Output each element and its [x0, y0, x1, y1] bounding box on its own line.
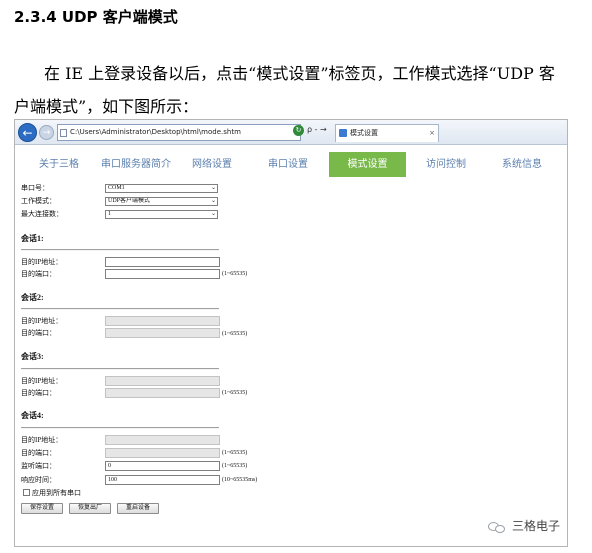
response-time-value: 100 — [108, 477, 117, 483]
mode-settings-form: 串口号： COM1 ⌄ 工作模式： UDP客户端模式 ⌄ 最大连接数： 1 ⌄ 会话1… — [15, 120, 567, 546]
paragraph-line-2: 户端模式”，如下图所示： — [14, 97, 199, 116]
work-mode-label: 工作模式： — [21, 197, 56, 205]
session-1-port-hint: (1~65535) — [222, 271, 248, 277]
session-2-ip-label: 目的IP地址： — [21, 317, 63, 325]
session-1-ip-label: 目的IP地址： — [21, 258, 63, 266]
session-4-port-hint: (1~65535) — [222, 450, 248, 456]
apply-all-label: 应用到所有串口 — [32, 489, 81, 497]
session-1-port-input[interactable] — [105, 269, 220, 279]
apply-all-checkbox[interactable] — [23, 489, 30, 496]
session-3-title: 会话3: — [21, 352, 44, 361]
watermark: 三格电子 — [488, 517, 560, 534]
serial-port-select[interactable]: COM1 ⌄ — [105, 184, 218, 193]
session-3-ip-input[interactable] — [105, 376, 220, 386]
session-1-port-label: 目的端口： — [21, 270, 56, 278]
divider — [21, 249, 219, 251]
session-2-port-hint: (1~65535) — [222, 331, 248, 337]
work-mode-select[interactable]: UDP客户端模式 ⌄ — [105, 197, 218, 206]
max-conn-label: 最大连接数： — [21, 210, 63, 218]
session-2-port-label: 目的端口： — [21, 329, 56, 337]
session-2-port-input[interactable] — [105, 328, 220, 338]
factory-reset-button[interactable]: 恢复出厂 — [69, 503, 111, 514]
response-time-input[interactable]: 100 — [105, 475, 220, 485]
browser-screenshot: ← → C:\Users\Administrator\Desktop\html\… — [14, 119, 568, 547]
serial-port-label: 串口号： — [21, 184, 49, 192]
chevron-down-icon: ⌄ — [210, 185, 216, 191]
session-3-port-input[interactable] — [105, 388, 220, 398]
session-3-ip-label: 目的IP地址： — [21, 377, 63, 385]
session-3-port-label: 目的端口： — [21, 389, 56, 397]
response-time-hint: (10~65535ms) — [222, 477, 258, 483]
chevron-down-icon: ⌄ — [210, 198, 216, 204]
listen-port-hint: (1~65535) — [222, 463, 248, 469]
wechat-logo-icon — [488, 520, 506, 534]
restart-button[interactable]: 重启设备 — [117, 503, 159, 514]
session-1-ip-input[interactable] — [105, 257, 220, 267]
session-4-ip-input[interactable] — [105, 435, 220, 445]
session-4-ip-label: 目的IP地址： — [21, 436, 63, 444]
divider — [21, 368, 219, 370]
paragraph-line-1: 在 IE 上登录设备以后，点击“模式设置”标签页，工作模式选择“UDP 客 — [44, 64, 555, 83]
response-time-label: 响应时间： — [21, 476, 56, 484]
watermark-text: 三格电子 — [512, 519, 561, 533]
session-3-port-hint: (1~65535) — [222, 390, 248, 396]
divider — [21, 308, 219, 310]
session-4-port-input[interactable] — [105, 448, 220, 458]
listen-port-input[interactable]: 0 — [105, 461, 220, 471]
max-conn-value: 1 — [108, 211, 111, 217]
session-4-port-label: 目的端口： — [21, 449, 56, 457]
listen-port-label: 监听端口： — [21, 462, 56, 470]
divider — [21, 427, 219, 429]
listen-port-value: 0 — [108, 463, 111, 469]
serial-port-value: COM1 — [108, 185, 125, 191]
chevron-down-icon: ⌄ — [210, 211, 216, 217]
save-button[interactable]: 保存设置 — [21, 503, 63, 514]
session-2-ip-input[interactable] — [105, 316, 220, 326]
max-conn-select[interactable]: 1 ⌄ — [105, 210, 218, 219]
work-mode-value: UDP客户端模式 — [108, 198, 151, 204]
section-heading: 2.3.4 UDP 客户端模式 — [14, 8, 178, 26]
session-2-title: 会话2: — [21, 293, 44, 302]
session-4-title: 会话4: — [21, 411, 44, 420]
session-1-title: 会话1: — [21, 234, 44, 243]
